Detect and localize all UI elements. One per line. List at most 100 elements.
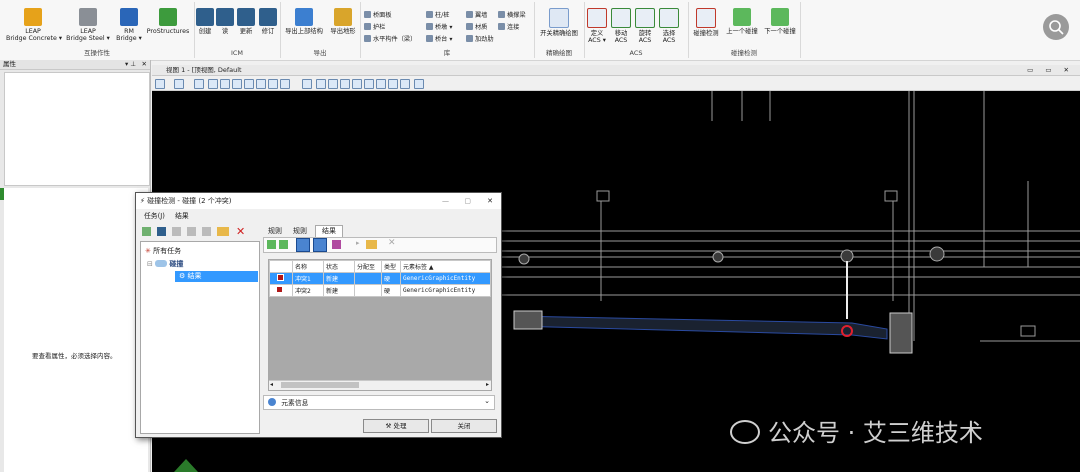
library-material-button[interactable]: 材质 [466,23,487,32]
library-beam-button[interactable]: 水平构件（梁） [364,35,416,44]
pin-icon[interactable]: ▾ ⊥ [125,60,136,69]
table-row[interactable]: 冲突2 新建 硬 GenericGraphicEntity [269,284,491,297]
prev-clash-tool-icon[interactable] [267,240,276,249]
define-acs-button[interactable]: 定义 ACS ▾ [586,8,608,44]
library-abutment-button[interactable]: 桥台 ▾ [426,35,452,44]
window-controls[interactable]: ▭ ▭ ✕ [1027,65,1074,75]
tree-node-result[interactable]: ⚙ 结果 [175,271,258,282]
export-terrain-button[interactable]: 导出地形 [328,8,358,35]
col-assigned[interactable]: 分配至 [354,260,382,273]
section-icon[interactable] [352,79,362,89]
process-button[interactable]: ⚒ 处理 [363,419,429,433]
clash-detection-button[interactable]: 碰撞检测 [690,8,722,37]
icm-revise-button[interactable]: 修订 [258,8,278,35]
col-name[interactable]: 名称 [292,260,324,273]
cell-tag: GenericGraphicEntity [400,272,491,285]
element-info-expander[interactable]: 元素信息 ⌄ [263,395,495,410]
assign-folder-icon[interactable] [366,240,377,249]
zoom-out-icon[interactable] [220,79,230,89]
rm-bridge-button[interactable]: RM Bridge ▾ [114,8,144,42]
pan-view-icon[interactable] [268,79,278,89]
next-clash-tool-icon[interactable] [279,240,288,249]
view-display-icon[interactable] [400,79,410,89]
highlight-clash-icon[interactable] [296,238,310,252]
status-filter-icon[interactable] [332,240,341,249]
expand-chevron-icon: ⌄ [484,397,490,405]
menu-results[interactable]: 结果 [175,212,189,220]
horizontal-scrollbar[interactable]: ◂ ▸ [269,380,491,390]
export-superstructure-button[interactable]: 导出上部结构 [282,8,326,35]
leap-concrete-button[interactable]: LEAP Bridge Concrete ▾ [6,8,62,42]
maximize-icon[interactable]: ▢ [464,193,471,209]
tab-results[interactable]: 结果 [315,225,343,237]
clip-mask-icon[interactable] [328,79,338,89]
fit-view-icon[interactable] [244,79,254,89]
icm-read-button[interactable]: 读 [216,8,234,35]
new-job-icon[interactable] [142,227,151,236]
close-icon[interactable]: ✕ [142,60,147,69]
rotate-acs-button[interactable]: 旋转 ACS [634,8,656,44]
lighting-icon[interactable] [376,79,386,89]
level-icon[interactable] [388,79,398,89]
ribbon-group-icm: 创建 读 更新 修订 ICM [194,2,281,58]
col-status[interactable]: 状态 [323,260,355,273]
properties-selection-list[interactable] [4,72,150,186]
col-type[interactable]: 类型 [381,260,401,273]
delete-icon[interactable]: ✕ [236,225,245,238]
library-wingwall-button[interactable]: 翼墙 [466,11,487,20]
render-icon[interactable] [364,79,374,89]
library-column-button[interactable]: 柱/桩 [426,11,449,20]
close-button[interactable]: 关闭 [431,419,497,433]
scroll-thumb[interactable] [281,382,359,388]
library-stiffener-button[interactable]: 加劲肋 [466,35,494,44]
export-icon[interactable] [202,227,211,236]
accudraw-toggle-button[interactable]: 开关精确绘图 [536,8,582,37]
display-style-icon[interactable] [174,79,184,89]
library-barrier-button[interactable]: 护栏 [364,23,385,32]
tree-node-clash[interactable]: ⊟ 碰撞 [147,259,183,269]
next-clash-button[interactable]: 下一个碰撞 [762,8,798,35]
rotate-view-icon[interactable] [256,79,266,89]
tree-node-all-jobs[interactable]: ✳ 所有任务 [145,246,181,256]
window-area-icon[interactable] [232,79,242,89]
dialog-close-icon[interactable]: ✕ [487,193,493,209]
tab-rules-2[interactable]: 规则 [288,226,312,236]
import-icon[interactable] [187,227,196,236]
library-deck-button[interactable]: 桥面板 [364,11,392,20]
table-row[interactable]: 冲突1 新建 硬 GenericGraphicEntity [269,272,491,285]
isolate-clash-icon[interactable] [313,238,327,252]
view-previous-icon[interactable] [280,79,290,89]
col-marker[interactable] [269,260,293,273]
ribbon-search-button[interactable] [1043,14,1069,40]
library-connection-button[interactable]: 连接 [498,23,519,32]
remove-icon[interactable]: ✕ [388,238,396,248]
icm-create-button[interactable]: 创建 [196,8,214,35]
results-table-area: 名称 状态 分配至 类型 元素标签 ▲ 冲突1 新建 硬 GenericGrap… [268,259,492,391]
prev-clash-button[interactable]: 上一个碰撞 [724,8,760,35]
copy-icon[interactable] [172,227,181,236]
view-options-icon[interactable] [414,79,424,89]
zoom-in-icon[interactable] [208,79,218,89]
library-crossbeam-button[interactable]: 横撑梁 [498,11,526,20]
update-view-icon[interactable] [194,79,204,89]
scroll-left-icon[interactable]: ◂ [270,381,273,388]
col-element-tag[interactable]: 元素标签 ▲ [400,260,491,273]
select-acs-button[interactable]: 选择 ACS [658,8,680,44]
folder-icon[interactable] [217,227,229,236]
library-pier-button[interactable]: 桥墩 ▾ [426,23,452,32]
tab-rules-1[interactable]: 规则 [263,226,287,236]
leap-steel-button[interactable]: LEAP Bridge Steel ▾ [64,8,112,42]
arrow-right-icon[interactable]: ▸ [356,239,360,247]
scroll-right-icon[interactable]: ▸ [486,381,489,388]
save-icon[interactable] [157,227,166,236]
icm-update-button[interactable]: 更新 [236,8,256,35]
view-next-icon[interactable] [302,79,312,89]
clip-volume-icon[interactable] [316,79,326,89]
menu-jobs[interactable]: 任务(J) [144,212,165,220]
camera-icon[interactable] [340,79,350,89]
view-attributes-icon[interactable] [155,79,165,89]
view-title-bar: 视图 1 - [顶视图, Default ▭ ▭ ✕ [152,65,1080,76]
prostructures-button[interactable]: ProStructures [146,8,190,35]
minimize-icon[interactable]: — [442,193,449,209]
move-acs-button[interactable]: 移动 ACS [610,8,632,44]
